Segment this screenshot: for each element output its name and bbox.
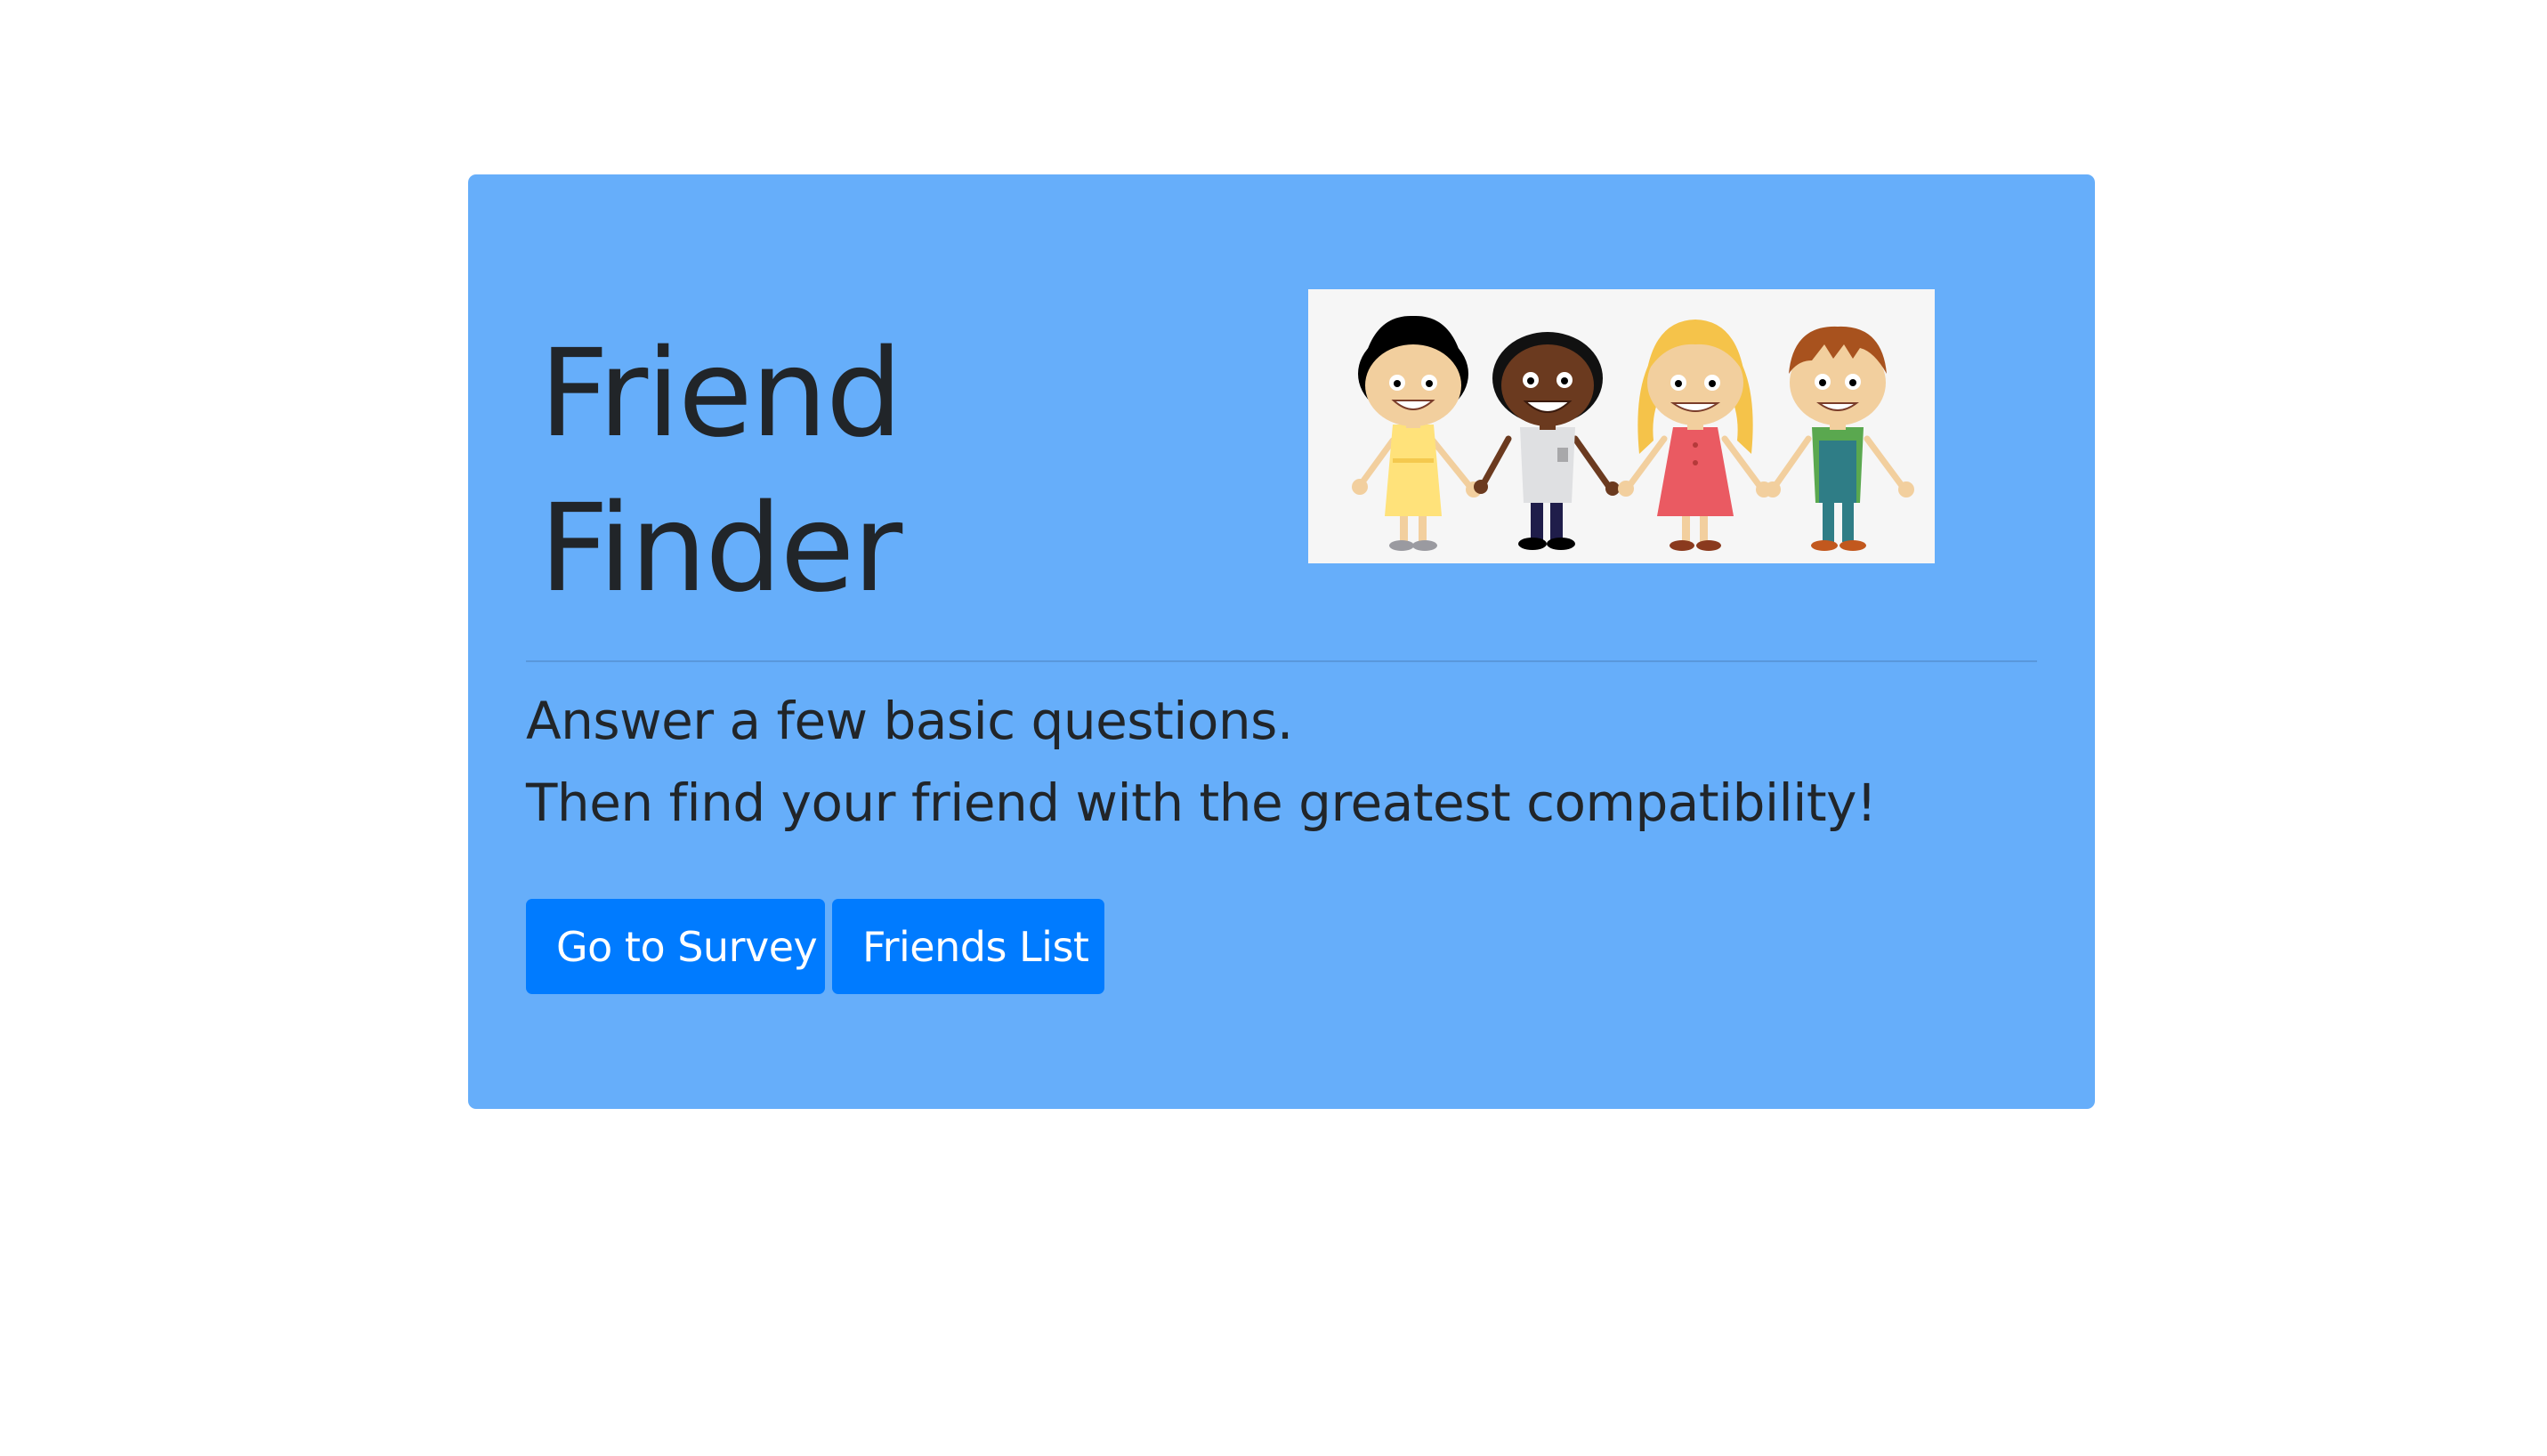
title-line-finder: Finder	[539, 479, 902, 619]
lead-text-line-2: Then find your friend with the greatest …	[526, 772, 1877, 833]
jumbotron: Friend Finder Answer a few basic questio…	[468, 174, 2095, 1109]
kids-holding-hands-image	[1308, 289, 1935, 563]
page-title: Friend Finder	[539, 317, 902, 627]
lead-text-line-1: Answer a few basic questions.	[526, 691, 1293, 751]
go-to-survey-button[interactable]: Go to Survey	[526, 899, 825, 994]
friends-list-button[interactable]: Friends List	[832, 899, 1104, 994]
divider	[526, 660, 2037, 662]
title-line-friend: Friend	[539, 324, 902, 465]
